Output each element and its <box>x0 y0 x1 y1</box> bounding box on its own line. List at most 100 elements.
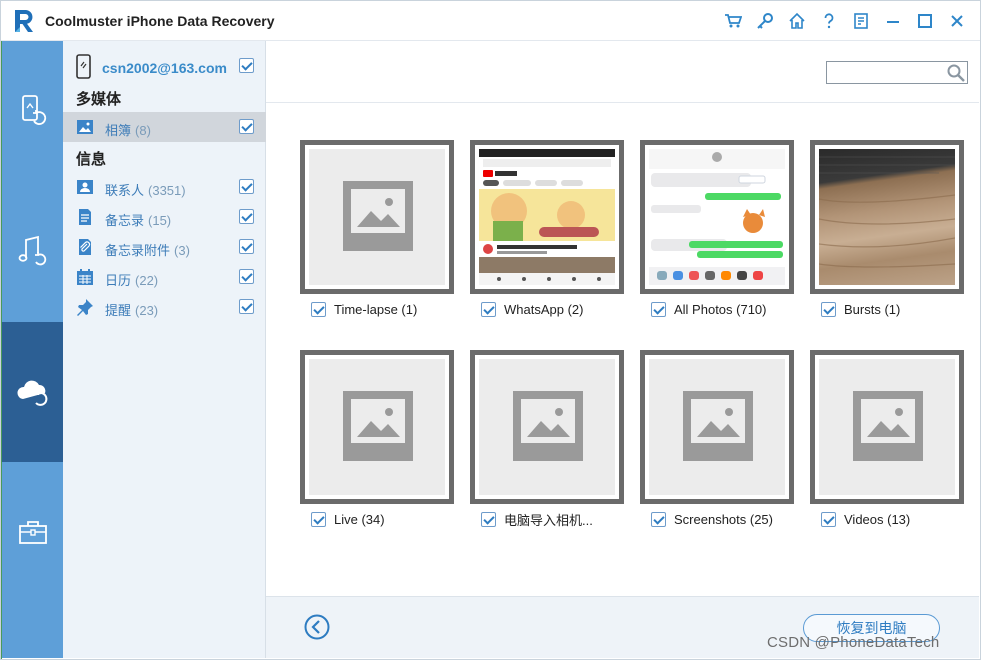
album-label: Screenshots (25) <box>674 511 773 527</box>
album-thumbnail[interactable] <box>470 350 624 504</box>
back-arrow-icon[interactable] <box>304 614 330 640</box>
cloud-refresh-icon <box>16 380 47 406</box>
rail-item-device[interactable] <box>2 41 63 181</box>
category-count: (3351) <box>148 183 186 198</box>
attachment-icon <box>79 239 91 255</box>
watermark-text: CSDN @PhoneDataTech <box>767 634 940 651</box>
category-checkbox[interactable] <box>239 119 254 134</box>
album-label: Time-lapse (1) <box>334 301 418 317</box>
category-label: 备忘录附件 <box>105 243 171 258</box>
album-tile: Bursts (1) <box>810 140 964 317</box>
device-icon <box>76 54 91 79</box>
album-tile: Live (34) <box>300 350 454 527</box>
image-placeholder-icon <box>343 181 413 251</box>
album-checkbox[interactable] <box>651 511 666 527</box>
album-checkbox[interactable] <box>311 301 326 317</box>
category-checkbox[interactable] <box>239 269 254 284</box>
album-checkbox[interactable] <box>481 511 496 527</box>
category-count: (23) <box>135 303 159 318</box>
messages-screenshot-image <box>649 149 785 285</box>
category-label: 提醒 <box>105 303 132 318</box>
category-count: (3) <box>174 243 190 258</box>
title-bar: Coolmuster iPhone Data Recovery <box>0 0 981 41</box>
category-item-contacts[interactable]: 联系人 (3351) <box>63 172 266 202</box>
category-checkbox[interactable] <box>239 209 254 224</box>
app-title: Coolmuster iPhone Data Recovery <box>45 13 275 29</box>
wood-photo-image <box>819 149 955 285</box>
toolbox-icon <box>18 521 47 544</box>
category-label: 日历 <box>105 273 132 288</box>
category-count: (8) <box>135 123 151 138</box>
photo-icon <box>77 120 93 134</box>
category-panel: csn2002@163.com 多媒体 相簿 (8) 信息 联系人 (3351) 备… <box>63 41 266 658</box>
feedback-icon[interactable] <box>845 9 877 33</box>
cart-icon[interactable] <box>717 9 749 33</box>
album-checkbox[interactable] <box>821 301 836 317</box>
account-email: csn2002@163.com <box>102 60 227 76</box>
image-placeholder-icon <box>343 391 413 461</box>
category-item-note-attachments[interactable]: 备忘录附件 (3) <box>63 232 266 262</box>
album-tile: Screenshots (25) <box>640 350 794 527</box>
category-label: 相簿 <box>105 123 132 138</box>
rail-item-itunes[interactable] <box>2 181 63 321</box>
category-label: 备忘录 <box>105 213 145 228</box>
contact-icon <box>77 180 93 194</box>
pin-icon <box>77 299 93 316</box>
album-thumbnail[interactable] <box>300 350 454 504</box>
help-icon[interactable] <box>813 9 845 33</box>
rail-item-icloud[interactable] <box>2 322 63 462</box>
category-count: (22) <box>135 273 159 288</box>
content-header <box>266 41 979 103</box>
category-item-calendar[interactable]: 日历 (22) <box>63 262 266 292</box>
category-checkbox[interactable] <box>239 299 254 314</box>
album-thumbnail[interactable] <box>810 350 964 504</box>
note-icon <box>79 209 91 225</box>
category-item-notes[interactable]: 备忘录 (15) <box>63 202 266 232</box>
category-item-reminders[interactable]: 提醒 (23) <box>63 292 266 322</box>
account-checkbox[interactable] <box>239 58 254 73</box>
album-label: Live (34) <box>334 511 385 527</box>
category-label: 联系人 <box>105 183 145 198</box>
app-logo-icon <box>15 10 33 32</box>
album-tile: Videos (13) <box>810 350 964 527</box>
album-grid: Time-lapse (1) WhatsApp (2) All Photos (… <box>266 103 979 596</box>
section-title-multimedia: 多媒体 <box>76 91 122 108</box>
album-tile: WhatsApp (2) <box>470 140 624 317</box>
search-box[interactable] <box>826 61 968 84</box>
album-thumbnail[interactable] <box>640 350 794 504</box>
album-label: All Photos (710) <box>674 301 767 317</box>
account-row[interactable]: csn2002@163.com <box>63 51 266 83</box>
search-input[interactable] <box>827 62 945 83</box>
album-thumbnail[interactable] <box>640 140 794 294</box>
section-title-messages: 信息 <box>76 151 107 168</box>
album-tile: 电脑导入相机... <box>470 350 624 528</box>
album-tile: All Photos (710) <box>640 140 794 317</box>
album-checkbox[interactable] <box>311 511 326 527</box>
album-thumbnail[interactable] <box>470 140 624 294</box>
music-refresh-icon <box>18 235 46 266</box>
minimize-icon[interactable] <box>877 9 909 33</box>
category-checkbox[interactable] <box>239 239 254 254</box>
close-icon[interactable] <box>941 9 973 33</box>
rail-item-toolkit[interactable] <box>2 462 63 602</box>
category-item-album[interactable]: 相簿 (8) <box>63 112 266 142</box>
album-checkbox[interactable] <box>821 511 836 527</box>
image-placeholder-icon <box>853 391 923 461</box>
mode-rail <box>2 41 63 658</box>
album-checkbox[interactable] <box>651 301 666 317</box>
image-placeholder-icon <box>513 391 583 461</box>
category-count: (15) <box>148 213 172 228</box>
calendar-icon <box>77 269 93 285</box>
home-icon[interactable] <box>781 9 813 33</box>
album-thumbnail[interactable] <box>300 140 454 294</box>
category-checkbox[interactable] <box>239 179 254 194</box>
key-icon[interactable] <box>749 9 781 33</box>
album-tile: Time-lapse (1) <box>300 140 454 317</box>
album-checkbox[interactable] <box>481 301 496 317</box>
album-label: Videos (13) <box>844 511 911 527</box>
youtube-screenshot-image <box>479 149 615 285</box>
image-placeholder-icon <box>683 391 753 461</box>
search-icon[interactable] <box>946 63 966 83</box>
maximize-icon[interactable] <box>909 9 941 33</box>
album-thumbnail[interactable] <box>810 140 964 294</box>
